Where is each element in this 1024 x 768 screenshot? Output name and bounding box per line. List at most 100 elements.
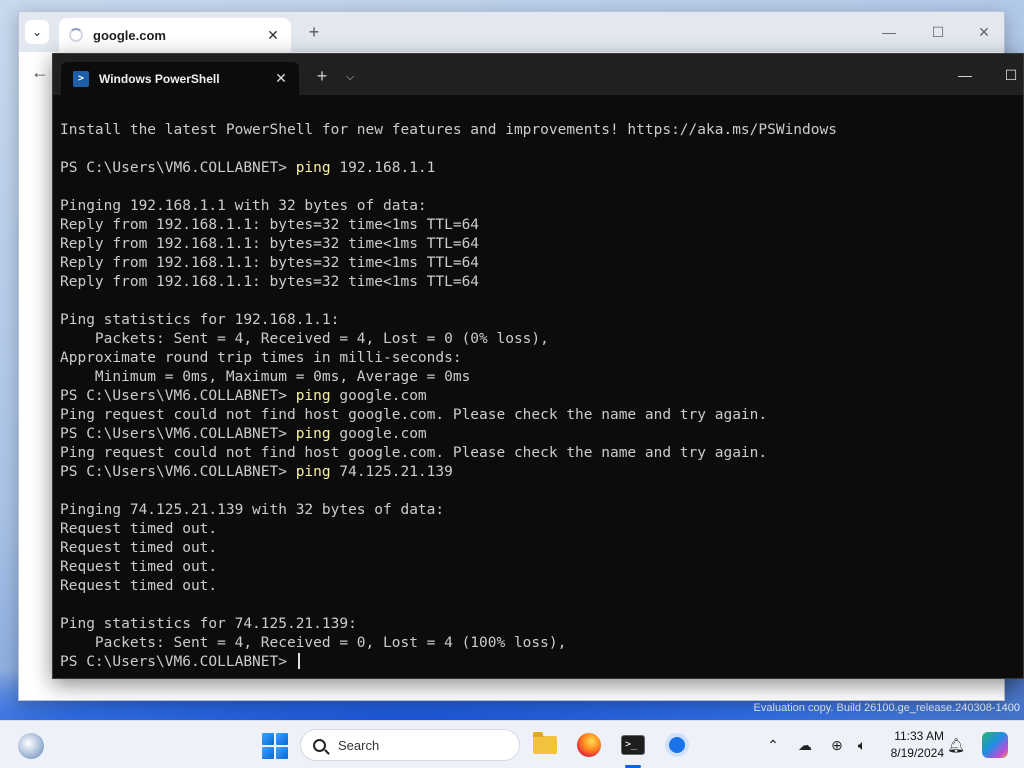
terminal-output[interactable]: Install the latest PowerShell for new fe… — [60, 121, 1015, 672]
widgets-icon[interactable] — [18, 733, 44, 759]
firefox-icon[interactable] — [575, 731, 603, 759]
terminal-prompt: PS C:\Users\VM6.COLLABNET> — [60, 160, 296, 176]
browser-tab-close-icon[interactable]: ✕ — [265, 27, 281, 44]
terminal-line: PS C:\Users\VM6.COLLABNET> ping 74.125.2… — [60, 463, 1015, 482]
terminal-taskbar-icon[interactable]: >_ — [619, 731, 647, 759]
browser-tab-title: google.com — [93, 27, 166, 43]
terminal-line: Ping statistics for 74.125.21.139: — [60, 615, 1015, 634]
browser-tab-google[interactable]: google.com ✕ — [59, 18, 291, 52]
terminal-line: PS C:\Users\VM6.COLLABNET> — [60, 653, 1015, 672]
terminal-output-text: Ping statistics for 74.125.21.139: — [60, 616, 357, 632]
search-icon — [313, 738, 326, 752]
terminal-minimize-button[interactable]: — — [950, 64, 980, 86]
terminal-line: Packets: Sent = 4, Received = 0, Lost = … — [60, 634, 1015, 653]
terminal-line: Minimum = 0ms, Maximum = 0ms, Average = … — [60, 368, 1015, 387]
terminal-line: Request timed out. — [60, 520, 1015, 539]
taskbar-search-box[interactable]: Search — [300, 729, 520, 761]
terminal-command: ping — [295, 160, 331, 176]
terminal-output-text: Reply from 192.168.1.1: bytes=32 time<1m… — [60, 255, 480, 271]
browser-minimize-button[interactable]: — — [874, 20, 904, 44]
system-clock[interactable]: 11:33 AM 8/19/2024 — [884, 728, 944, 762]
terminal-output-text: Request timed out. — [60, 540, 218, 556]
terminal-line: PS C:\Users\VM6.COLLABNET> ping 192.168.… — [60, 159, 1015, 178]
terminal-maximize-button[interactable]: ☐ — [996, 64, 1024, 86]
terminal-tab-powershell[interactable]: > Windows PowerShell ✕ — [61, 62, 299, 95]
terminal-output-text: Packets: Sent = 4, Received = 0, Lost = … — [60, 635, 567, 651]
notification-bell-icon[interactable]: 🔔︎ — [945, 735, 967, 755]
terminal-line: Reply from 192.168.1.1: bytes=32 time<1m… — [60, 216, 1015, 235]
terminal-line: Ping request could not find host google.… — [60, 444, 1015, 463]
tab-search-chevron-icon[interactable]: ⌄ — [25, 20, 49, 44]
browser-new-tab-button[interactable]: + — [303, 22, 325, 43]
terminal-window[interactable]: > Windows PowerShell ✕ + ⌵ — ☐ Install t… — [52, 53, 1024, 679]
powershell-icon: > — [73, 70, 89, 87]
browser-maximize-button[interactable]: ☐ — [923, 20, 953, 44]
terminal-line: Approximate round trip times in milli-se… — [60, 349, 1015, 368]
terminal-prompt: PS C:\Users\VM6.COLLABNET> — [60, 388, 296, 404]
terminal-line: PS C:\Users\VM6.COLLABNET> ping google.c… — [60, 387, 1015, 406]
terminal-tab-close-icon[interactable]: ✕ — [273, 70, 289, 87]
terminal-command: ping — [295, 426, 331, 442]
terminal-output-text: Request timed out. — [60, 521, 218, 537]
terminal-output-text: Request timed out. — [60, 578, 218, 594]
terminal-line: Ping request could not find host google.… — [60, 406, 1015, 425]
terminal-output-text: Packets: Sent = 4, Received = 4, Lost = … — [60, 331, 549, 347]
terminal-new-tab-button[interactable]: + — [311, 66, 333, 87]
terminal-tab-bar: > Windows PowerShell ✕ + ⌵ — ☐ — [53, 54, 1023, 95]
terminal-output-text: Ping request could not find host google.… — [60, 445, 768, 461]
file-explorer-icon[interactable] — [531, 731, 559, 759]
clock-date: 8/19/2024 — [890, 746, 944, 760]
evaluation-watermark: Evaluation copy. Build 26100.ge_release.… — [753, 702, 1020, 714]
terminal-output-text: Reply from 192.168.1.1: bytes=32 time<1m… — [60, 236, 480, 252]
terminal-line: Install the latest PowerShell for new fe… — [60, 121, 1015, 140]
terminal-command-args: google.com — [330, 426, 427, 442]
terminal-output-text: Minimum = 0ms, Maximum = 0ms, Average = … — [60, 369, 471, 385]
copilot-icon[interactable] — [982, 732, 1008, 758]
terminal-output-text: Ping request could not find host google.… — [60, 407, 768, 423]
terminal-dropdown-chevron-icon[interactable]: ⌵ — [341, 66, 359, 88]
text-cursor — [297, 653, 300, 669]
terminal-line: Request timed out. — [60, 558, 1015, 577]
taskbar: Search >_ ⌃ ☁ ⊕ 🔈︎ 11:33 AM 8/19/2024 🔔︎ — [0, 720, 1024, 768]
back-arrow-icon[interactable]: ← — [27, 60, 53, 84]
terminal-output-text: Reply from 192.168.1.1: bytes=32 time<1m… — [60, 274, 480, 290]
terminal-line: Pinging 192.168.1.1 with 32 bytes of dat… — [60, 197, 1015, 216]
terminal-prompt: PS C:\Users\VM6.COLLABNET> — [60, 654, 296, 670]
terminal-prompt: PS C:\Users\VM6.COLLABNET> — [60, 426, 296, 442]
terminal-command: ping — [295, 388, 331, 404]
terminal-line: Request timed out. — [60, 577, 1015, 596]
terminal-line: Ping statistics for 192.168.1.1: — [60, 311, 1015, 330]
terminal-line: Packets: Sent = 4, Received = 4, Lost = … — [60, 330, 1015, 349]
volume-muted-icon[interactable]: 🔈︎ — [851, 735, 873, 755]
network-globe-icon[interactable]: ⊕ — [826, 735, 848, 755]
windows-start-icon[interactable] — [262, 733, 288, 759]
terminal-command-args: google.com — [330, 388, 427, 404]
terminal-line: Pinging 74.125.21.139 with 32 bytes of d… — [60, 501, 1015, 520]
terminal-line: Request timed out. — [60, 539, 1015, 558]
clock-time: 11:33 AM — [894, 729, 944, 743]
terminal-output-text: Request timed out. — [60, 559, 218, 575]
tray-overflow-chevron-icon[interactable]: ⌃ — [762, 735, 784, 755]
terminal-output-text: Install the latest PowerShell for new fe… — [60, 122, 837, 138]
desktop-icons-strip — [0, 40, 18, 680]
terminal-command-args: 192.168.1.1 — [330, 160, 436, 176]
chrome-icon[interactable] — [663, 731, 691, 759]
terminal-command-args: 74.125.21.139 — [330, 464, 453, 480]
cloud-offline-icon[interactable]: ☁ — [794, 735, 816, 755]
terminal-line: PS C:\Users\VM6.COLLABNET> ping google.c… — [60, 425, 1015, 444]
terminal-line: Reply from 192.168.1.1: bytes=32 time<1m… — [60, 235, 1015, 254]
terminal-tab-title: Windows PowerShell — [99, 71, 220, 86]
terminal-output-text: Ping statistics for 192.168.1.1: — [60, 312, 340, 328]
browser-tab-bar: ⌄ google.com ✕ + — ☐ ✕ — [19, 12, 1004, 52]
terminal-output-text: Reply from 192.168.1.1: bytes=32 time<1m… — [60, 217, 480, 233]
terminal-output-text: Pinging 74.125.21.139 with 32 bytes of d… — [60, 502, 445, 518]
terminal-output-text: Approximate round trip times in milli-se… — [60, 350, 462, 366]
terminal-line: Reply from 192.168.1.1: bytes=32 time<1m… — [60, 273, 1015, 292]
browser-close-button[interactable]: ✕ — [969, 20, 999, 44]
terminal-line: Reply from 192.168.1.1: bytes=32 time<1m… — [60, 254, 1015, 273]
